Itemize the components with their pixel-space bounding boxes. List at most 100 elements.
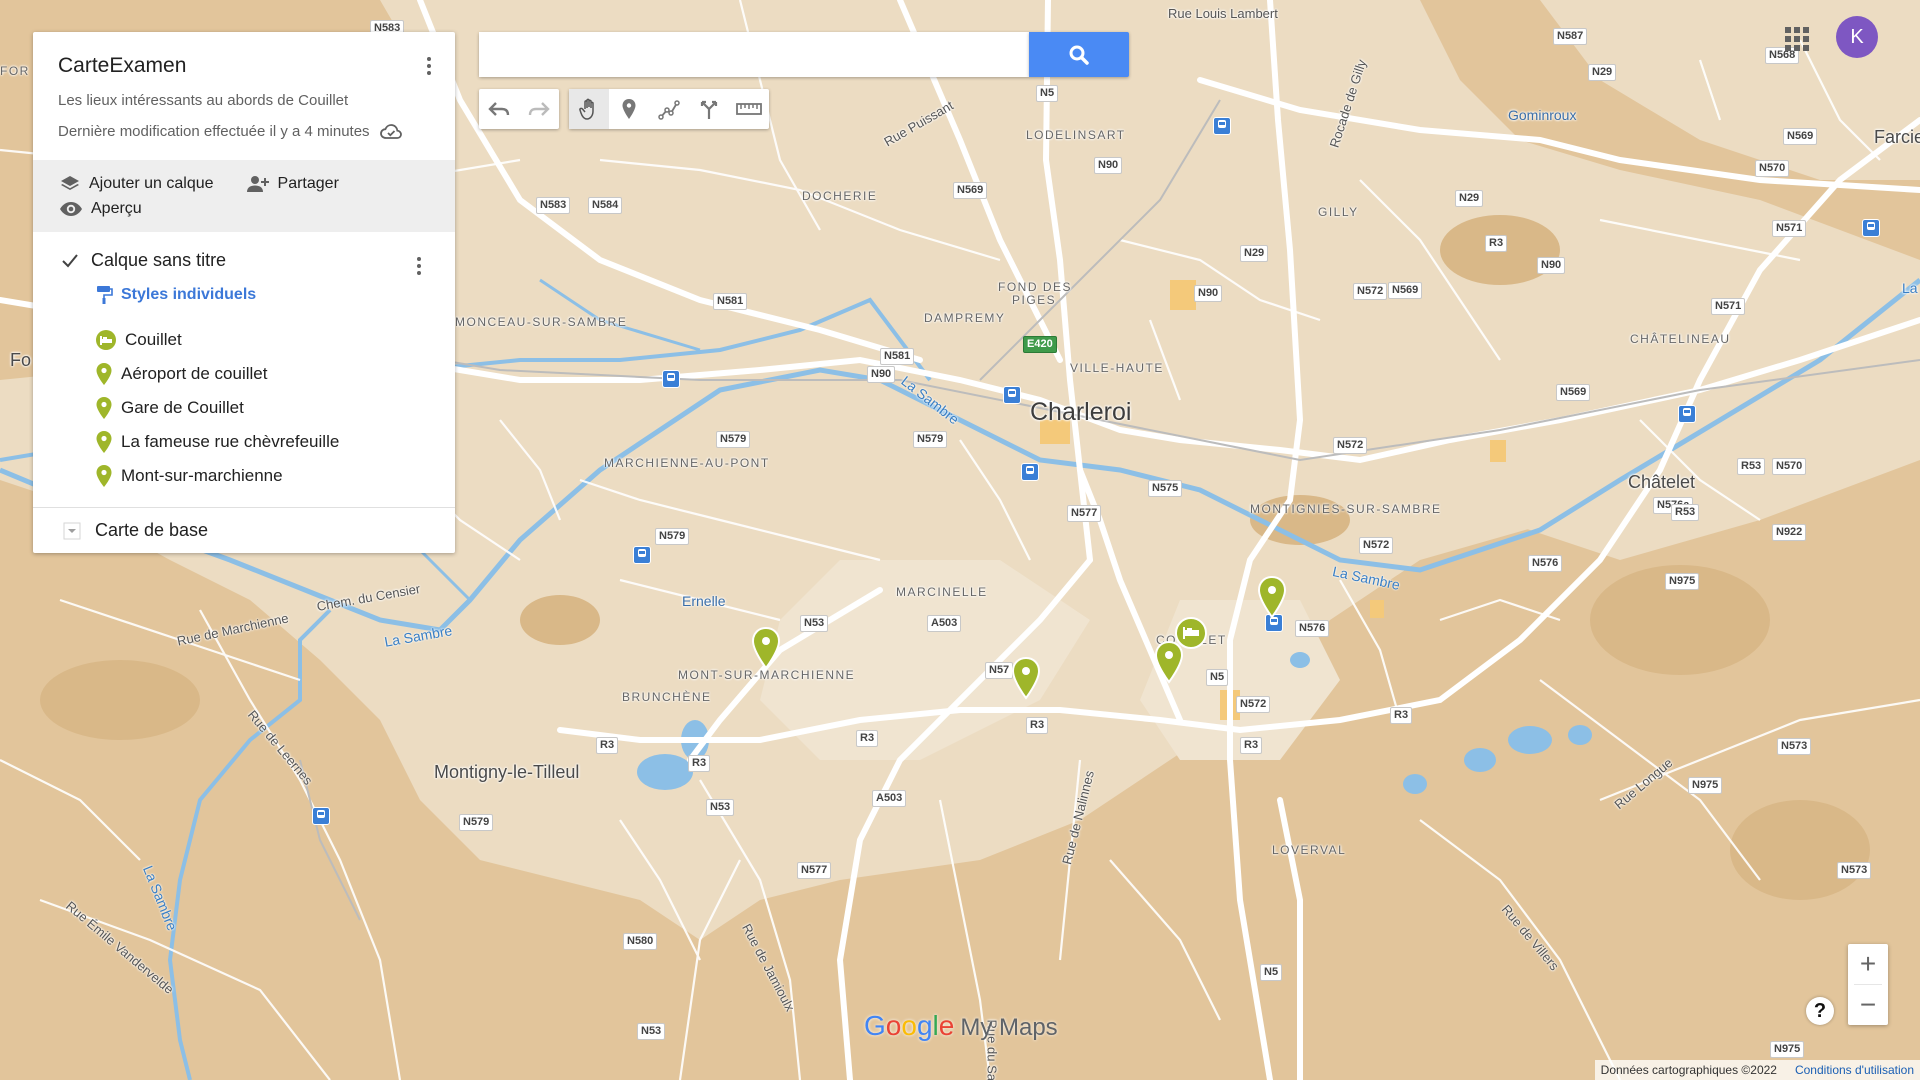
directions-button[interactable] xyxy=(689,89,729,129)
share-button[interactable]: Partager xyxy=(244,175,339,193)
train-station-icon[interactable] xyxy=(1862,219,1880,237)
hand-icon xyxy=(579,98,594,120)
map-description[interactable]: Les lieux intéressants au abords de Coui… xyxy=(58,92,431,109)
basemap-section[interactable]: Carte de base xyxy=(33,508,455,553)
terms-link[interactable]: Conditions d'utilisation xyxy=(1795,1063,1914,1077)
road-shield: N29 xyxy=(1588,64,1617,81)
history-tools xyxy=(479,89,559,129)
map-options-menu-icon[interactable] xyxy=(417,54,441,78)
paint-roller-icon xyxy=(97,286,113,304)
road-shield: R3 xyxy=(1026,717,1049,734)
road-shield: N29 xyxy=(1455,190,1484,207)
train-station-icon[interactable] xyxy=(1213,117,1231,135)
measure-button[interactable] xyxy=(729,89,769,129)
road-shield: N576 xyxy=(1295,620,1330,637)
add-layer-button[interactable]: Ajouter un calque xyxy=(59,174,214,194)
district-label-fond-des: FOND DES xyxy=(998,280,1073,294)
train-station-icon[interactable] xyxy=(1021,463,1039,481)
map-viewport[interactable]: Charleroi Châtelet Montigny-le-Tilleul G… xyxy=(0,0,1920,1080)
search-box xyxy=(479,32,1029,77)
road-shield: N90 xyxy=(1094,157,1123,174)
add-person-icon xyxy=(246,176,269,192)
layer-place-item[interactable]: Mont-sur-marchienne xyxy=(95,459,401,493)
road-shield: R3 xyxy=(1240,737,1263,754)
google-wordmark: Google xyxy=(864,1010,955,1041)
layer-options-menu-icon[interactable] xyxy=(407,254,431,278)
map-marker-mont-sur-marchienne[interactable] xyxy=(750,626,782,670)
eye-icon xyxy=(60,202,82,216)
preview-label: Aperçu xyxy=(91,200,142,217)
expand-basemap-icon[interactable] xyxy=(63,522,81,540)
account-avatar[interactable]: K xyxy=(1836,16,1878,58)
train-station-icon[interactable] xyxy=(633,546,651,564)
redo-button[interactable] xyxy=(519,89,559,129)
layer-place-item[interactable]: Aéroport de couillet xyxy=(95,357,401,391)
pin-icon xyxy=(96,465,112,487)
road-shield: N90 xyxy=(867,366,896,383)
zoom-in-button[interactable]: + xyxy=(1848,944,1888,984)
apps-grid-icon[interactable] xyxy=(1784,26,1810,52)
map-marker-rue-chevrefeuille[interactable] xyxy=(1010,656,1042,700)
road-shield: N573 xyxy=(1837,862,1872,879)
road-shield: R3 xyxy=(856,730,879,747)
town-label-for: FOR xyxy=(0,64,30,78)
town-label-chatelet: Châtelet xyxy=(1628,472,1696,492)
map-data-attribution: Données cartographiques ©2022 xyxy=(1600,1063,1777,1077)
pin-icon xyxy=(96,431,112,453)
layer-visibility-checkbox[interactable] xyxy=(61,252,79,270)
road-shield: N579 xyxy=(913,431,948,448)
road-shield: R3 xyxy=(688,755,711,772)
edit-tools xyxy=(569,89,769,129)
draw-line-icon xyxy=(658,100,680,120)
train-station-icon[interactable] xyxy=(1678,405,1696,423)
search-input[interactable] xyxy=(479,32,1029,77)
draw-line-button[interactable] xyxy=(649,89,689,129)
layer-place-item[interactable]: Gare de Couillet xyxy=(95,391,401,425)
train-station-icon[interactable] xyxy=(312,807,330,825)
layers-icon xyxy=(61,176,79,190)
road-shield: N571 xyxy=(1711,298,1746,315)
individual-styles-link[interactable]: Styles individuels xyxy=(95,285,431,305)
hotel-icon xyxy=(96,330,116,350)
directions-icon xyxy=(700,100,718,119)
layer-place-label: Mont-sur-marchienne xyxy=(121,466,283,485)
road-shield: N5 xyxy=(1206,669,1229,686)
layer-place-label: Aéroport de couillet xyxy=(121,364,268,383)
preview-button[interactable]: Aperçu xyxy=(59,200,431,218)
zoom-out-button[interactable]: − xyxy=(1848,985,1888,1025)
road-shield: N569 xyxy=(953,182,988,199)
pan-tool-button[interactable] xyxy=(569,89,609,129)
road-shield: N53 xyxy=(800,615,829,632)
road-shield: N572 xyxy=(1353,283,1388,300)
map-title[interactable]: CarteExamen xyxy=(58,54,431,78)
district-label-piges: PIGES xyxy=(1012,293,1057,307)
road-shield: N922 xyxy=(1772,524,1807,541)
undo-button[interactable] xyxy=(479,89,519,129)
road-shield: A503 xyxy=(872,790,907,807)
district-label-marchienne: MARCHIENNE-AU-PONT xyxy=(604,456,770,470)
help-button[interactable]: ? xyxy=(1806,997,1834,1025)
marker-icon xyxy=(622,99,636,119)
layer-name[interactable]: Calque sans titre xyxy=(91,250,226,271)
road-shield: N569 xyxy=(1388,282,1423,299)
train-station-icon[interactable] xyxy=(662,370,680,388)
map-header: CarteExamen Les lieux intéressants au ab… xyxy=(33,32,455,160)
district-label-mont-sur-marchienne: MONT-SUR-MARCHIENNE xyxy=(678,668,856,682)
train-station-icon[interactable] xyxy=(1003,386,1021,404)
road-shield: N5 xyxy=(1260,964,1283,981)
search-button[interactable] xyxy=(1029,32,1129,77)
road-shield: N572 xyxy=(1236,696,1271,713)
road-shield: N580 xyxy=(623,933,658,950)
district-label-brunchene: BRUNCHÈNE xyxy=(622,690,712,704)
road-shield: R3 xyxy=(1390,707,1413,724)
map-marker-couillet-hotel[interactable] xyxy=(1174,616,1208,650)
street-label-louis-lambert: Rue Louis Lambert xyxy=(1168,6,1278,21)
road-shield: N572 xyxy=(1359,537,1394,554)
add-marker-button[interactable] xyxy=(609,89,649,129)
map-marker-gare-couillet[interactable] xyxy=(1256,575,1288,619)
map-legend-panel: CarteExamen Les lieux intéressants au ab… xyxy=(33,32,455,553)
layer-place-item[interactable]: La fameuse rue chèvrefeuille xyxy=(95,425,401,459)
pin-icon xyxy=(96,397,112,419)
layer-place-item[interactable]: Couillet xyxy=(95,323,401,357)
road-shield: N575 xyxy=(1148,480,1183,497)
